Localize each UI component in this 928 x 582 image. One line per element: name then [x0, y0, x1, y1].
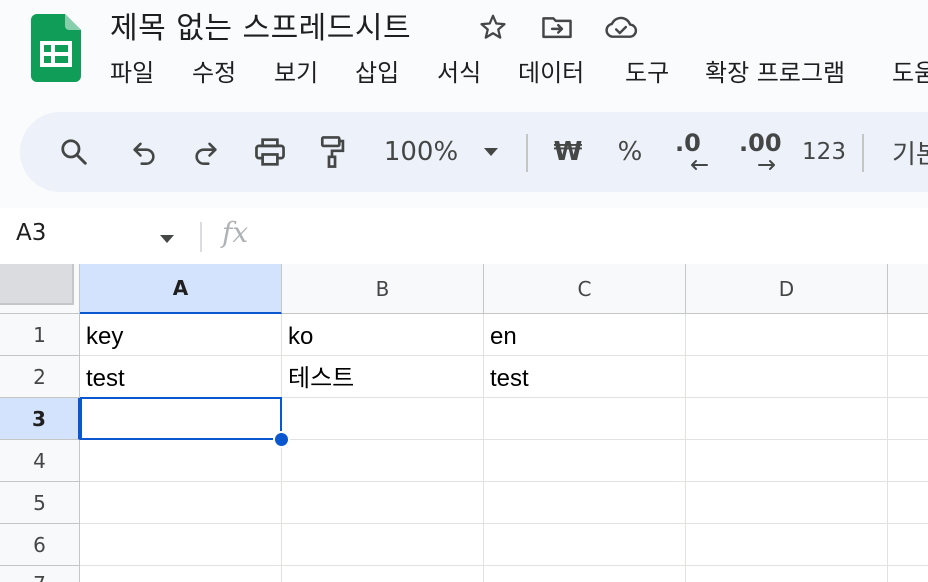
cell-a1[interactable]: key [80, 314, 282, 356]
cell-d2[interactable] [686, 356, 888, 398]
sheet-grid: A B C D 1 2 3 4 5 6 7 key ko en test 테스트… [0, 264, 928, 582]
cell-c1[interactable]: en [484, 314, 686, 356]
cell-a4[interactable] [80, 440, 282, 482]
cell-e4[interactable] [888, 440, 928, 482]
sheets-app: 제목 없는 스프레드시트 파일 수정 보기 삽입 서식 데이터 도구 확장 프로… [0, 0, 928, 582]
cell-b4[interactable] [282, 440, 484, 482]
toolbar-separator [526, 134, 528, 172]
cell-d3[interactable] [686, 398, 888, 440]
cell-d1[interactable] [686, 314, 888, 356]
row-header-6[interactable]: 6 [0, 524, 80, 566]
formula-bar: A3 fx [0, 208, 928, 264]
number-format-button[interactable]: 123 [800, 112, 848, 192]
toolbar-separator [862, 134, 864, 172]
row-header-5[interactable]: 5 [0, 482, 80, 524]
select-all-corner[interactable] [0, 264, 80, 314]
fill-handle[interactable] [273, 431, 290, 448]
cell-c3[interactable] [484, 398, 686, 440]
menu-view[interactable]: 보기 [274, 56, 318, 90]
column-header-e[interactable] [888, 264, 928, 314]
menu-edit[interactable]: 수정 [192, 56, 236, 90]
cell-d7[interactable] [686, 566, 888, 582]
cell-a5[interactable] [80, 482, 282, 524]
cell-c2[interactable]: test [484, 356, 686, 398]
cell-b6[interactable] [282, 524, 484, 566]
cloud-saved-icon[interactable] [604, 10, 638, 44]
cell-c4[interactable] [484, 440, 686, 482]
row-header-1[interactable]: 1 [0, 314, 80, 356]
toolbar: 100% ₩ % .0 .00 123 기본 [20, 112, 928, 192]
cell-b2[interactable]: 테스트 [282, 356, 484, 398]
decrease-decimal-button[interactable]: .0 [670, 112, 716, 192]
name-box[interactable]: A3 [16, 220, 46, 246]
column-header-c[interactable]: C [484, 264, 686, 314]
arrow-right-icon [758, 160, 775, 170]
row-header-4[interactable]: 4 [0, 440, 80, 482]
cell-a3[interactable] [80, 398, 282, 440]
column-header-a[interactable]: A [80, 264, 282, 314]
menu-insert[interactable]: 삽입 [355, 56, 399, 90]
move-to-folder-icon[interactable] [540, 10, 574, 44]
app-header: 제목 없는 스프레드시트 파일 수정 보기 삽입 서식 데이터 도구 확장 프로… [0, 0, 928, 108]
menu-help[interactable]: 도움 [892, 56, 928, 90]
cell-a6[interactable] [80, 524, 282, 566]
print-icon[interactable] [248, 112, 292, 192]
star-icon[interactable] [476, 10, 510, 44]
menu-tools[interactable]: 도구 [625, 56, 669, 90]
cell-d6[interactable] [686, 524, 888, 566]
decrease-decimal-label: .0 [675, 129, 701, 157]
cell-b1[interactable]: ko [282, 314, 484, 356]
cell-b7[interactable] [282, 566, 484, 582]
row-header-2[interactable]: 2 [0, 356, 80, 398]
increase-decimal-label: .00 [739, 129, 782, 157]
row-header-3[interactable]: 3 [0, 398, 80, 440]
menu-format[interactable]: 서식 [437, 56, 481, 90]
undo-icon[interactable] [124, 112, 164, 192]
formula-bar-separator [200, 222, 202, 252]
font-select[interactable]: 기본 [892, 112, 928, 192]
column-header-b[interactable]: B [282, 264, 484, 314]
cell-a2[interactable]: test [80, 356, 282, 398]
cell-c6[interactable] [484, 524, 686, 566]
cell-e6[interactable] [888, 524, 928, 566]
document-title[interactable]: 제목 없는 스프레드시트 [110, 3, 411, 47]
paint-format-icon[interactable] [312, 112, 352, 192]
column-header-d[interactable]: D [686, 264, 888, 314]
menu-data[interactable]: 데이터 [518, 56, 584, 90]
cell-e1[interactable] [888, 314, 928, 356]
cell-c7[interactable] [484, 566, 686, 582]
cell-d4[interactable] [686, 440, 888, 482]
fx-icon: fx [222, 216, 249, 249]
currency-format-button[interactable]: ₩ [548, 112, 588, 192]
redo-icon[interactable] [186, 112, 226, 192]
formula-input[interactable] [270, 218, 910, 254]
sheets-logo-icon[interactable] [31, 14, 81, 82]
increase-decimal-button[interactable]: .00 [736, 112, 786, 192]
name-box-dropdown-icon[interactable] [158, 230, 176, 249]
cell-e7[interactable] [888, 566, 928, 582]
menu-extensions[interactable]: 확장 프로그램 [705, 56, 845, 90]
cell-b3[interactable] [282, 398, 484, 440]
cell-a7[interactable] [80, 566, 282, 582]
cell-c5[interactable] [484, 482, 686, 524]
cell-b5[interactable] [282, 482, 484, 524]
percent-format-button[interactable]: % [612, 112, 648, 192]
frozen-bar[interactable] [0, 264, 74, 305]
menu-file[interactable]: 파일 [110, 56, 154, 90]
zoom-dropdown-icon[interactable] [478, 112, 504, 192]
cell-d5[interactable] [686, 482, 888, 524]
arrow-left-icon [691, 160, 708, 170]
cell-e3[interactable] [888, 398, 928, 440]
cell-e5[interactable] [888, 482, 928, 524]
row-header-7[interactable]: 7 [0, 566, 80, 582]
zoom-select[interactable]: 100% [376, 112, 466, 192]
search-icon[interactable] [54, 112, 94, 192]
cell-e2[interactable] [888, 356, 928, 398]
